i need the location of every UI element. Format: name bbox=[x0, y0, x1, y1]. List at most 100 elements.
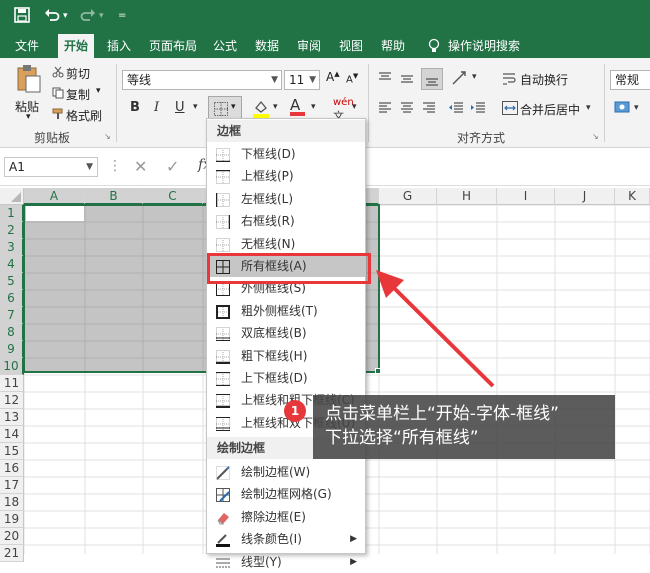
alignment-launcher-icon[interactable]: ↘ bbox=[592, 132, 599, 141]
menu-item-right-border[interactable]: 右框线(R) bbox=[207, 210, 365, 232]
tab-insert[interactable]: 插入 bbox=[102, 34, 136, 58]
row-header[interactable]: 20 bbox=[0, 528, 24, 545]
underline-button[interactable]: U bbox=[175, 100, 185, 115]
format-painter-button[interactable]: 格式刷 bbox=[66, 107, 102, 124]
merge-center-button[interactable]: 合并后居中 bbox=[520, 101, 580, 118]
tell-me-search[interactable]: 操作说明搜索 bbox=[446, 34, 522, 58]
align-right-icon[interactable] bbox=[422, 102, 436, 117]
font-color-dropdown-icon[interactable]: ▾ bbox=[311, 102, 316, 112]
name-box[interactable]: A1 ▼ bbox=[4, 157, 98, 177]
align-bottom-icon[interactable] bbox=[421, 68, 443, 90]
customize-qat-icon[interactable]: = bbox=[118, 10, 126, 21]
tab-help[interactable]: 帮助 bbox=[376, 34, 410, 58]
row-header[interactable]: 11 bbox=[0, 375, 24, 392]
phonetic-dropdown-icon[interactable]: ▾ bbox=[352, 102, 357, 112]
row-header[interactable]: 4 bbox=[0, 256, 24, 273]
redo-icon[interactable] bbox=[80, 7, 96, 27]
column-header[interactable]: C bbox=[143, 188, 203, 205]
wrap-text-button[interactable]: 自动换行 bbox=[520, 71, 568, 88]
bold-button[interactable]: B bbox=[130, 100, 140, 115]
row-header[interactable]: 13 bbox=[0, 409, 24, 426]
tab-data[interactable]: 数据 bbox=[250, 34, 284, 58]
increase-indent-icon[interactable] bbox=[470, 102, 486, 117]
underline-dropdown-icon[interactable]: ▾ bbox=[193, 102, 198, 112]
column-header[interactable]: K bbox=[615, 188, 650, 205]
row-header[interactable]: 12 bbox=[0, 392, 24, 409]
row-header[interactable]: 8 bbox=[0, 324, 24, 341]
row-header[interactable]: 5 bbox=[0, 273, 24, 290]
tab-home[interactable]: 开始 bbox=[58, 34, 94, 58]
menu-item-line-color[interactable]: 线条颜色(I) ▶ bbox=[207, 528, 365, 550]
menu-item-top-border[interactable]: 上框线(P) bbox=[207, 165, 365, 187]
row-header[interactable]: 10 bbox=[0, 358, 24, 375]
save-icon[interactable] bbox=[14, 7, 30, 27]
tab-page-layout[interactable]: 页面布局 bbox=[144, 34, 202, 58]
cut-button[interactable]: 剪切 bbox=[66, 65, 90, 82]
menu-item-erase-border[interactable]: 擦除边框(E) bbox=[207, 506, 365, 528]
accounting-dropdown-icon[interactable]: ▾ bbox=[634, 103, 639, 113]
number-format-combo[interactable]: 常规 bbox=[610, 70, 650, 90]
select-all-button[interactable] bbox=[0, 188, 24, 205]
row-header[interactable]: 18 bbox=[0, 494, 24, 511]
undo-dropdown-icon[interactable]: ▾ bbox=[63, 11, 68, 21]
increase-font-icon[interactable]: A▲ bbox=[326, 70, 340, 84]
column-header[interactable]: J bbox=[555, 188, 615, 205]
orientation-icon[interactable] bbox=[451, 70, 469, 89]
row-header[interactable]: 14 bbox=[0, 426, 24, 443]
row-header[interactable]: 16 bbox=[0, 460, 24, 477]
copy-dropdown-icon[interactable]: ▾ bbox=[96, 86, 101, 96]
menu-item-bottom-border[interactable]: 下框线(D) bbox=[207, 143, 365, 165]
column-header[interactable]: A bbox=[24, 188, 85, 205]
row-header[interactable]: 6 bbox=[0, 290, 24, 307]
fill-color-dropdown-icon[interactable]: ▾ bbox=[273, 102, 278, 112]
accounting-format-icon[interactable] bbox=[614, 100, 632, 119]
menu-item-draw-border[interactable]: 绘制边框(W) bbox=[207, 461, 365, 483]
align-middle-icon[interactable] bbox=[400, 72, 414, 89]
menu-item-top-bottom-border[interactable]: 上下框线(D) bbox=[207, 367, 365, 389]
border-button[interactable]: ▾ bbox=[208, 96, 242, 120]
row-header[interactable]: 3 bbox=[0, 239, 24, 256]
row-header[interactable]: 17 bbox=[0, 477, 24, 494]
paste-icon[interactable] bbox=[16, 64, 42, 97]
menu-item-label: 双底框线(B) bbox=[241, 326, 307, 341]
wrap-text-icon bbox=[502, 72, 516, 89]
row-header[interactable]: 2 bbox=[0, 222, 24, 239]
orientation-dropdown-icon[interactable]: ▾ bbox=[472, 72, 477, 82]
cancel-icon[interactable]: ✕ bbox=[134, 157, 147, 176]
paste-dropdown-icon[interactable]: ▾ bbox=[26, 112, 31, 122]
font-color-icon[interactable]: A bbox=[290, 96, 305, 116]
clipboard-launcher-icon[interactable]: ↘ bbox=[104, 132, 111, 141]
menu-item-double-bottom-border[interactable]: 双底框线(B) bbox=[207, 322, 365, 344]
column-header[interactable]: I bbox=[497, 188, 555, 205]
copy-button[interactable]: 复制 bbox=[66, 86, 90, 103]
column-header[interactable]: B bbox=[85, 188, 143, 205]
redo-dropdown-icon[interactable]: ▾ bbox=[99, 11, 104, 21]
italic-button[interactable]: I bbox=[154, 100, 159, 115]
row-header[interactable]: 15 bbox=[0, 443, 24, 460]
menu-item-no-border[interactable]: 无框线(N) bbox=[207, 233, 365, 255]
menu-item-left-border[interactable]: 左框线(L) bbox=[207, 188, 365, 210]
decrease-indent-icon[interactable] bbox=[448, 102, 464, 117]
tab-view[interactable]: 视图 bbox=[334, 34, 368, 58]
align-top-icon[interactable] bbox=[378, 72, 392, 89]
tab-formulas[interactable]: 公式 bbox=[208, 34, 242, 58]
menu-item-thick-outside-borders[interactable]: 粗外侧框线(T) bbox=[207, 300, 365, 322]
menu-item-draw-border-grid[interactable]: 绘制边框网格(G) bbox=[207, 483, 365, 505]
enter-check-icon[interactable]: ✓ bbox=[166, 157, 179, 176]
tab-review[interactable]: 审阅 bbox=[292, 34, 326, 58]
align-center-icon[interactable] bbox=[400, 102, 414, 117]
column-header[interactable]: G bbox=[379, 188, 437, 205]
row-header[interactable]: 7 bbox=[0, 307, 24, 324]
row-header[interactable]: 9 bbox=[0, 341, 24, 358]
font-name-combo[interactable]: 等线 ▼ bbox=[122, 70, 282, 90]
merge-dropdown-icon[interactable]: ▾ bbox=[586, 103, 591, 113]
row-header[interactable]: 1 bbox=[0, 205, 24, 222]
menu-item-thick-bottom-border[interactable]: 粗下框线(H) bbox=[207, 345, 365, 367]
tab-file[interactable]: 文件 bbox=[8, 34, 46, 58]
undo-icon[interactable] bbox=[44, 7, 60, 27]
column-header[interactable]: H bbox=[437, 188, 497, 205]
decrease-font-icon[interactable]: A▼ bbox=[346, 72, 358, 85]
font-size-combo[interactable]: 11 ▼ bbox=[284, 70, 320, 90]
align-left-icon[interactable] bbox=[378, 102, 392, 117]
row-header[interactable]: 19 bbox=[0, 511, 24, 528]
